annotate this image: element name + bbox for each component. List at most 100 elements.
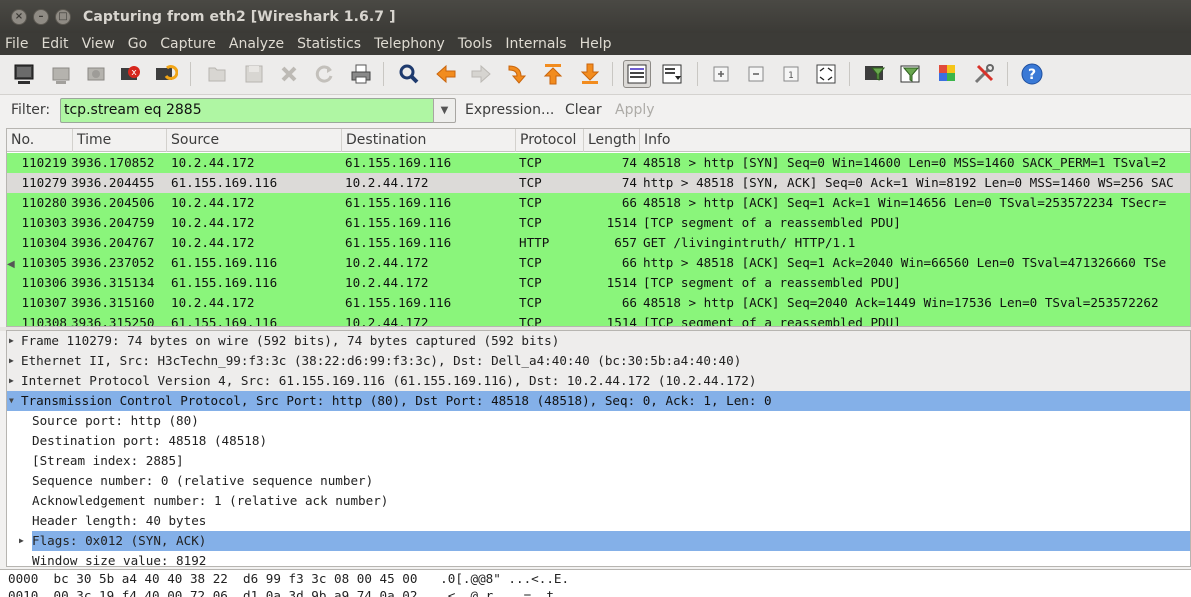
detail-row[interactable]: Source port: http (80) <box>7 411 1190 431</box>
detail-row[interactable]: Window size value: 8192 <box>7 551 1190 566</box>
column-header-time[interactable]: Time <box>73 129 167 152</box>
reload-icon[interactable] <box>310 60 338 88</box>
stop-capture-icon[interactable]: x <box>117 60 145 88</box>
detail-row[interactable]: ▼ Transmission Control Protocol, Src Port… <box>7 391 1190 411</box>
capture-options-icon[interactable] <box>47 60 75 88</box>
packet-row[interactable]: 110306 3936.315134 61.155.169.116 10.2.44.1… <box>7 273 1190 293</box>
start-capture-icon[interactable] <box>82 60 110 88</box>
detail-row[interactable]: Header length: 40 bytes <box>7 511 1190 531</box>
find-packet-icon[interactable] <box>395 60 423 88</box>
toolbar-separator <box>612 62 613 86</box>
packet-list[interactable]: No. Time Source Destination Protocol Len… <box>6 128 1191 327</box>
close-file-icon[interactable] <box>275 60 303 88</box>
cell-src: 10.2.44.172 <box>171 215 255 230</box>
column-header-no[interactable]: No. <box>7 129 73 152</box>
cell-dst: 10.2.44.172 <box>345 315 429 327</box>
column-header-destination[interactable]: Destination <box>342 129 516 152</box>
cell-len: 74 <box>621 175 637 190</box>
detail-row[interactable]: Acknowledgement number: 1 (relative ack … <box>7 491 1190 511</box>
cell-proto: TCP <box>519 315 542 327</box>
detail-row[interactable]: ▶ Ethernet II, Src: H3cTechn_99:f3:3c (38… <box>7 351 1190 371</box>
cell-info: 48518 > http [ACK] Seq=2040 Ack=1449 Win… <box>643 295 1159 310</box>
capture-filters-icon[interactable] <box>861 60 889 88</box>
zoom-out-icon[interactable] <box>742 60 770 88</box>
packet-details[interactable]: ▶ Frame 110279: 74 bytes on wire (592 bit… <box>6 330 1191 567</box>
column-header-source[interactable]: Source <box>167 129 342 152</box>
clear-button[interactable]: Clear <box>565 102 602 118</box>
packet-row[interactable]: 110280 3936.204506 10.2.44.172 61.155.169.1… <box>7 193 1190 213</box>
cell-time: 3936.237052 <box>71 255 155 270</box>
cell-info: http > 48518 [ACK] Seq=1 Ack=2040 Win=66… <box>643 255 1167 270</box>
cell-proto: TCP <box>519 215 542 230</box>
collapsed-triangle-icon[interactable]: ▶ <box>19 531 29 551</box>
packet-row[interactable]: 110308 3936.315250 61.155.169.116 10.2.44.1… <box>7 313 1190 327</box>
go-to-packet-icon[interactable] <box>502 60 530 88</box>
column-header-info[interactable]: Info <box>640 129 1190 152</box>
filter-input[interactable]: tcp.stream eq 2885 <box>60 98 434 123</box>
detail-row[interactable]: ▶ Frame 110279: 74 bytes on wire (592 bit… <box>7 331 1190 351</box>
expression-button[interactable]: Expression... <box>465 102 554 118</box>
menu-analyze[interactable]: Analyze <box>229 36 284 52</box>
print-icon[interactable] <box>347 60 375 88</box>
packet-row[interactable]: 110303 3936.204759 10.2.44.172 61.155.169.1… <box>7 213 1190 233</box>
menu-bar: File Edit View Go Capture Analyze Statistics Te… <box>0 33 1191 55</box>
cell-no: 110307 <box>21 295 68 310</box>
collapsed-triangle-icon[interactable]: ▶ <box>9 371 19 391</box>
cell-time: 3936.204455 <box>71 175 155 190</box>
packet-row[interactable]: 110219 3936.170852 10.2.44.172 61.155.169.1… <box>7 153 1190 173</box>
detail-row[interactable]: ▶ Flags: 0x012 (SYN, ACK) <box>7 531 1190 551</box>
close-window-button[interactable]: × <box>11 8 27 25</box>
menu-statistics[interactable]: Statistics <box>297 36 361 52</box>
detail-row[interactable]: Sequence number: 0 (relative sequence nu… <box>7 471 1190 491</box>
collapsed-triangle-icon[interactable]: ▶ <box>9 331 19 351</box>
menu-go[interactable]: Go <box>128 36 147 52</box>
zoom-in-icon[interactable] <box>707 60 735 88</box>
packet-row[interactable]: 110305 3936.237052 61.155.169.116 10.2.44.1… <box>7 253 1190 273</box>
packet-row[interactable]: 110304 3936.204767 10.2.44.172 61.155.169.1… <box>7 233 1190 253</box>
menu-help[interactable]: Help <box>580 36 612 52</box>
menu-view[interactable]: View <box>82 36 115 52</box>
menu-tools[interactable]: Tools <box>458 36 493 52</box>
save-file-icon[interactable] <box>240 60 268 88</box>
cell-proto: TCP <box>519 255 542 270</box>
help-icon[interactable]: ? <box>1018 60 1046 88</box>
auto-scroll-icon[interactable] <box>658 60 686 88</box>
detail-row[interactable]: [Stream index: 2885] <box>7 451 1190 471</box>
filter-toolbar: Filter: tcp.stream eq 2885 ▼ Expression.… <box>0 96 1191 126</box>
packet-row[interactable]: 110307 3936.315160 10.2.44.172 61.155.169.1… <box>7 293 1190 313</box>
minimize-window-button[interactable]: – <box>33 8 49 25</box>
detail-text: Flags: 0x012 (SYN, ACK) <box>32 531 1190 551</box>
go-first-icon[interactable] <box>539 60 567 88</box>
zoom-normal-icon[interactable]: 1 <box>777 60 805 88</box>
go-forward-icon[interactable] <box>467 60 495 88</box>
packet-row[interactable]: 110279 3936.204455 61.155.169.116 10.2.44.1… <box>7 173 1190 193</box>
open-file-icon[interactable] <box>203 60 231 88</box>
resize-columns-icon[interactable] <box>812 60 840 88</box>
colorize-icon[interactable] <box>623 60 651 88</box>
filter-history-dropdown[interactable]: ▼ <box>433 98 456 123</box>
maximize-window-button[interactable]: □ <box>55 8 71 25</box>
menu-telephony[interactable]: Telephony <box>374 36 445 52</box>
column-header-length[interactable]: Length <box>584 129 640 152</box>
expanded-triangle-icon[interactable]: ▼ <box>9 391 19 411</box>
menu-capture[interactable]: Capture <box>160 36 216 52</box>
detail-row[interactable]: Destination port: 48518 (48518) <box>7 431 1190 451</box>
packet-bytes[interactable]: 0000 bc 30 5b a4 40 40 38 22 d6 99 f3 3c… <box>0 569 1191 597</box>
preferences-icon[interactable] <box>970 60 998 88</box>
menu-edit[interactable]: Edit <box>41 36 68 52</box>
left-scroll-arrow-icon: ◀ <box>7 259 15 270</box>
detail-row[interactable]: ▶ Internet Protocol Version 4, Src: 61.15… <box>7 371 1190 391</box>
column-header-protocol[interactable]: Protocol <box>516 129 584 152</box>
coloring-rules-icon[interactable] <box>934 60 962 88</box>
go-back-icon[interactable] <box>432 60 460 88</box>
cell-dst: 10.2.44.172 <box>345 275 429 290</box>
apply-button[interactable]: Apply <box>615 102 655 118</box>
menu-internals[interactable]: Internals <box>505 36 566 52</box>
detail-text: Source port: http (80) <box>32 413 199 428</box>
collapsed-triangle-icon[interactable]: ▶ <box>9 351 19 371</box>
restart-capture-icon[interactable] <box>152 60 180 88</box>
go-last-icon[interactable] <box>576 60 604 88</box>
interface-list-icon[interactable] <box>10 60 38 88</box>
menu-file[interactable]: File <box>5 36 28 52</box>
display-filters-icon[interactable] <box>897 60 925 88</box>
